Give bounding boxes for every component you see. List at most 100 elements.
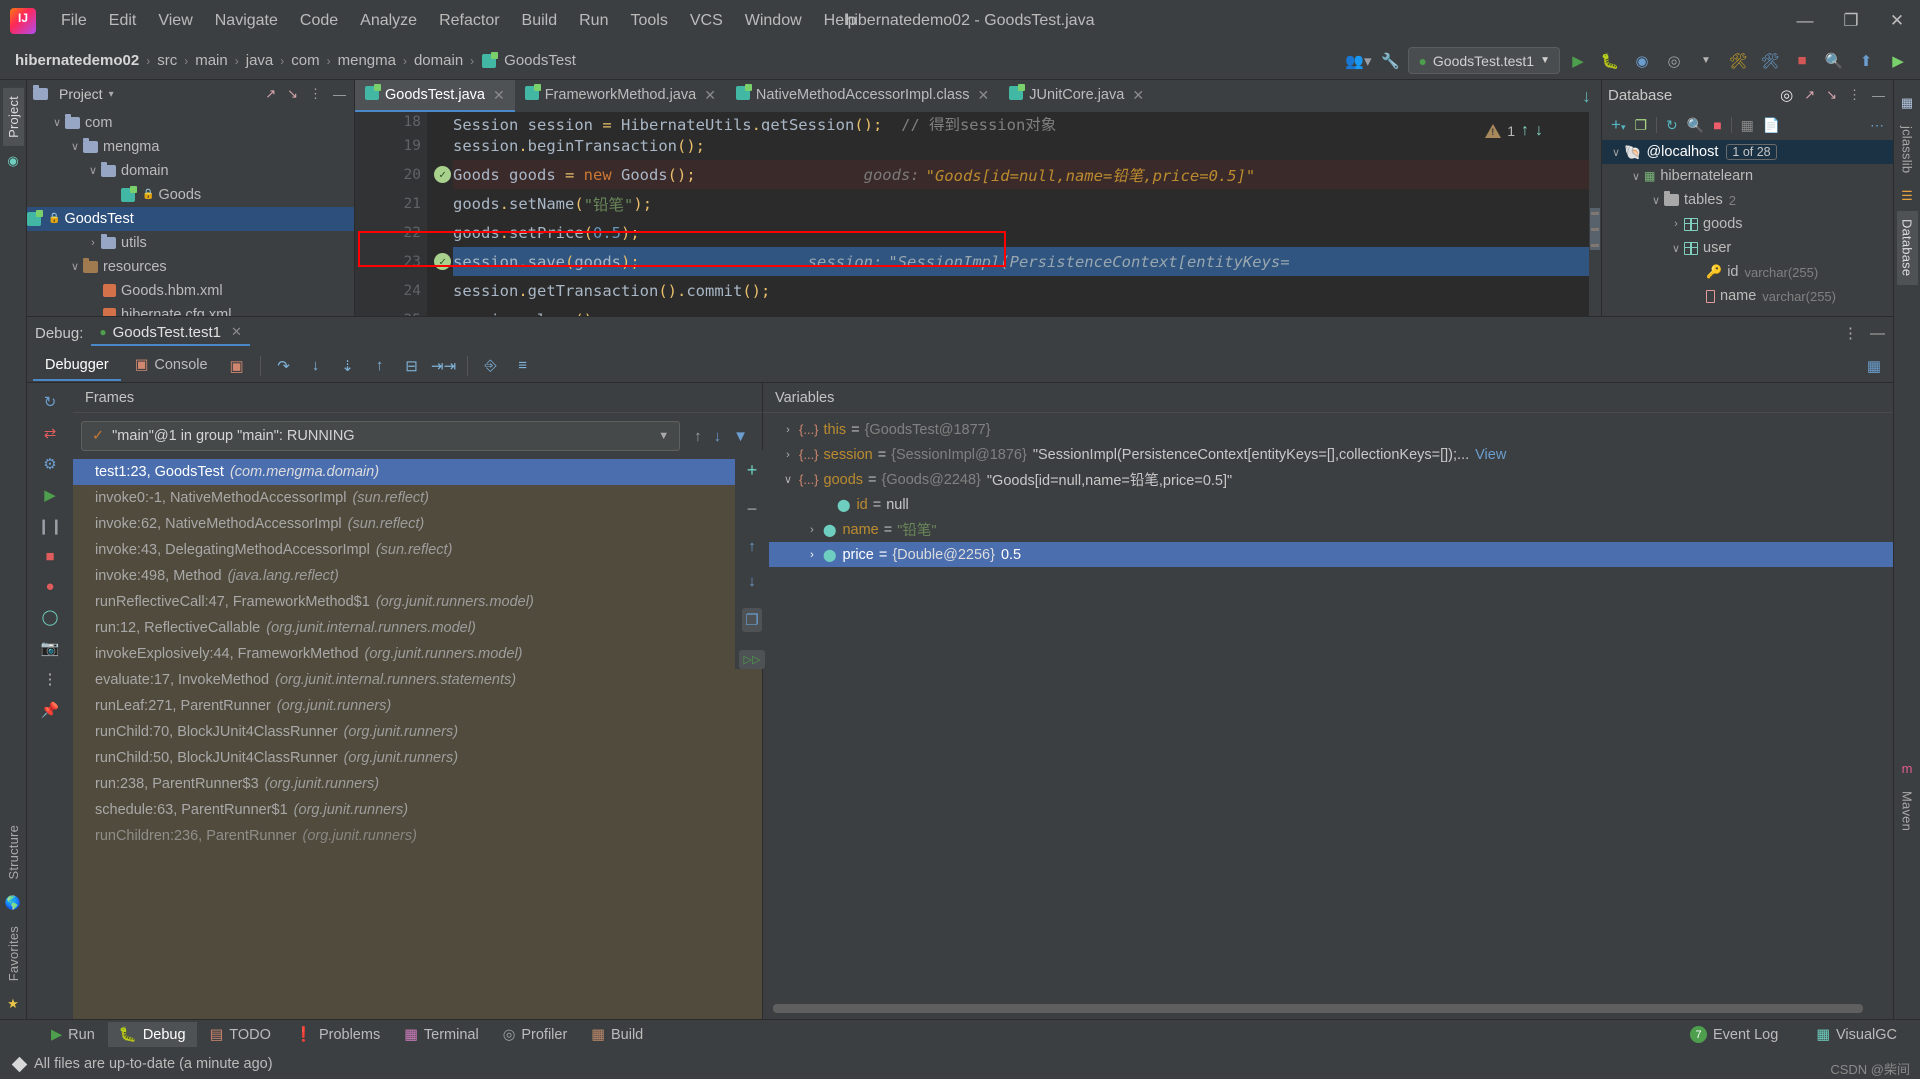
db-item-localhost[interactable]: ∨ 🐚 @localhost 1 of 28 xyxy=(1602,140,1893,164)
variables-horizontal-scrollbar[interactable] xyxy=(773,1004,1863,1013)
tree-item-com[interactable]: ∨ com xyxy=(27,111,354,135)
toolwindow-event-log[interactable]: 7 Event Log xyxy=(1679,1022,1789,1047)
build-project-icon[interactable]: 🛠 xyxy=(1756,47,1784,75)
toolwindow-todo[interactable]: ▤ TODO xyxy=(199,1023,282,1047)
chevron-right-icon[interactable]: › xyxy=(801,524,823,536)
step-out-icon[interactable]: ↑ xyxy=(365,353,395,379)
people-icon[interactable]: 👥▾ xyxy=(1344,47,1372,75)
chevron-down-icon[interactable]: ▼ xyxy=(658,430,669,442)
menu-refactor[interactable]: Refactor xyxy=(428,8,510,34)
tree-item-hibernate-cfg-xml[interactable]: hibernate.cfg.xml xyxy=(27,303,354,316)
step-into-icon[interactable]: ↓ xyxy=(301,353,331,379)
query-console-icon[interactable]: 🔍 xyxy=(1687,117,1704,134)
bookmarks-icon[interactable]: ◉ xyxy=(7,153,18,169)
chevron-right-icon[interactable]: › xyxy=(777,424,799,436)
frame-row[interactable]: runLeaf:271, ParentRunner (org.junit.run… xyxy=(73,693,762,719)
restore-layout-icon[interactable]: ▦ xyxy=(1867,357,1893,375)
sidebar-tab-favorites[interactable]: Favorites xyxy=(3,918,24,989)
chevron-down-icon[interactable]: ∨ xyxy=(1608,146,1624,159)
sidebar-tab-jclasslib[interactable]: jclasslib xyxy=(1897,118,1918,181)
profiler-icon[interactable]: ◎ xyxy=(1660,47,1688,75)
view-link[interactable]: View xyxy=(1475,447,1506,463)
menu-analyze[interactable]: Analyze xyxy=(349,8,428,34)
editor-error-stripe[interactable] xyxy=(1589,112,1601,316)
sidebar-tab-project[interactable]: Project xyxy=(2,88,24,146)
tab-frameworkmethod-java[interactable]: FrameworkMethod.java ✕ xyxy=(515,80,726,112)
force-step-into-icon[interactable]: ⇣ xyxy=(333,353,363,379)
update-icon[interactable]: ⬆ xyxy=(1852,47,1880,75)
variable-row-price[interactable]: › ⬤ price = {Double@2256} 0.5 xyxy=(763,542,1893,567)
toolwindow-build[interactable]: ▦ Build xyxy=(580,1023,654,1047)
stop-icon[interactable]: ■ xyxy=(1788,47,1816,75)
toolwindow-visualgc[interactable]: ▦ VisualGC xyxy=(1805,1023,1908,1047)
toolwindow-terminal[interactable]: ▦ Terminal xyxy=(393,1023,490,1047)
mute-breakpoints-icon[interactable]: ● xyxy=(45,578,54,595)
frame-row[interactable]: run:238, ParentRunner$3 (org.junit.runne… xyxy=(73,771,762,797)
toolwindow-problems[interactable]: ❗ Problems xyxy=(284,1022,391,1047)
menu-view[interactable]: View xyxy=(147,8,203,34)
code-line-19[interactable]: session. beginTransaction (); xyxy=(453,131,1601,160)
breadcrumb-main[interactable]: main xyxy=(192,50,231,71)
debug-session-tab[interactable]: ● GoodsTest.test1 ✕ xyxy=(91,321,250,346)
code-line-22[interactable]: goods. setPrice(0.5); xyxy=(453,218,1601,247)
tree-item-domain[interactable]: ∨ domain xyxy=(27,159,354,183)
expand-icon[interactable]: ↗ xyxy=(263,86,278,102)
breadcrumb-java[interactable]: java xyxy=(243,50,277,71)
menu-tools[interactable]: Tools xyxy=(619,8,678,34)
frame-row[interactable]: schedule:63, ParentRunner$1 (org.junit.r… xyxy=(73,797,762,823)
maven-icon[interactable]: m xyxy=(1902,761,1913,776)
build-icon[interactable]: 🛠 xyxy=(1724,47,1752,75)
jclasslib-icon[interactable]: ▦ xyxy=(1901,95,1913,111)
inspection-indicator[interactable]: 1 ↑ ↓ xyxy=(1485,122,1543,140)
sidebar-tab-maven[interactable]: Maven xyxy=(1897,783,1918,839)
frame-row[interactable]: test1:23, GoodsTest (com.mengma.domain) xyxy=(73,459,762,485)
chevron-down-icon[interactable]: ∨ xyxy=(1628,170,1644,183)
close-button[interactable]: ✕ xyxy=(1874,0,1920,42)
tree-item-goods[interactable]: 🔒 Goods xyxy=(27,183,354,207)
frame-row[interactable]: invoke:62, NativeMethodAccessorImpl (sun… xyxy=(73,511,762,537)
frame-row[interactable]: evaluate:17, InvokeMethod (org.junit.int… xyxy=(73,667,762,693)
code-line-18[interactable]: Session session = HibernateUtils.getSess… xyxy=(453,112,1601,131)
minimize-button[interactable]: — xyxy=(1782,0,1828,42)
frames-up-icon[interactable]: ↑ xyxy=(688,428,708,445)
star-icon[interactable]: ★ xyxy=(7,996,19,1012)
db-item-user[interactable]: ∨ user xyxy=(1602,236,1893,260)
frame-row[interactable]: runChild:50, BlockJUnit4ClassRunner (org… xyxy=(73,745,762,771)
breadcrumb-mengma[interactable]: mengma xyxy=(335,50,399,71)
debug-icon[interactable]: 🐛 xyxy=(1596,47,1624,75)
refresh-icon[interactable]: ↻ xyxy=(1666,117,1678,134)
close-icon[interactable]: ✕ xyxy=(977,87,989,104)
menu-vcs[interactable]: VCS xyxy=(679,8,734,34)
web-icon[interactable]: 🌎 xyxy=(5,895,21,911)
breadcrumb-project[interactable]: hibernatedemo02 xyxy=(12,50,142,71)
thread-selector[interactable]: ✓ "main"@1 in group "main": RUNNING ▼ xyxy=(81,421,681,451)
tree-item-mengma[interactable]: ∨ mengma xyxy=(27,135,354,159)
variable-row-this[interactable]: › {...} this = {GoodsTest@1877} xyxy=(763,417,1893,442)
close-icon[interactable]: ✕ xyxy=(493,87,505,104)
menu-run[interactable]: Run xyxy=(568,8,619,34)
breadcrumb-domain[interactable]: domain xyxy=(411,50,466,71)
tab-junitcore-java[interactable]: JUnitCore.java ✕ xyxy=(999,80,1154,112)
tab-nativemethodaccessorimpl-class[interactable]: NativeMethodAccessorImpl.class ✕ xyxy=(726,80,999,112)
variable-row-name[interactable]: › ⬤ name = "铅笔" xyxy=(763,517,1893,542)
move-down-icon[interactable]: ↓ xyxy=(748,573,756,590)
code-line-24[interactable]: session. getTransaction (). commit (); xyxy=(453,276,1601,305)
frames-down-icon[interactable]: ↓ xyxy=(708,428,728,445)
menu-window[interactable]: Window xyxy=(734,8,813,34)
sidebar-tab-structure[interactable]: Structure xyxy=(3,817,24,888)
chevron-down-icon[interactable]: ∨ xyxy=(67,260,83,273)
db-item-hibernatelearn[interactable]: ∨ ▦ hibernatelearn xyxy=(1602,164,1893,188)
add-watch-icon[interactable]: + xyxy=(747,460,758,481)
remove-watch-icon[interactable]: − xyxy=(747,499,758,520)
code-line-20[interactable]: Goods goods = new Goods (); goods: "Goods[… xyxy=(453,160,1601,189)
maximize-button[interactable]: ❐ xyxy=(1828,0,1874,42)
expand-icon[interactable]: ↗ xyxy=(1802,87,1817,103)
db-item-name-column[interactable]: name varchar(255) xyxy=(1602,284,1893,308)
frame-row[interactable]: invokeExplosively:44, FrameworkMethod (o… xyxy=(73,641,762,667)
code-line-25[interactable]: session.close(); xyxy=(453,305,1601,317)
drop-frame-icon[interactable]: ⊟ xyxy=(397,353,427,379)
next-highlight-icon[interactable]: ↓ xyxy=(1535,122,1543,140)
more-icon[interactable]: ⋮ xyxy=(307,86,324,102)
add-icon[interactable]: +▾ xyxy=(1611,115,1625,135)
frames-filter-icon[interactable]: ▼ xyxy=(727,428,754,445)
